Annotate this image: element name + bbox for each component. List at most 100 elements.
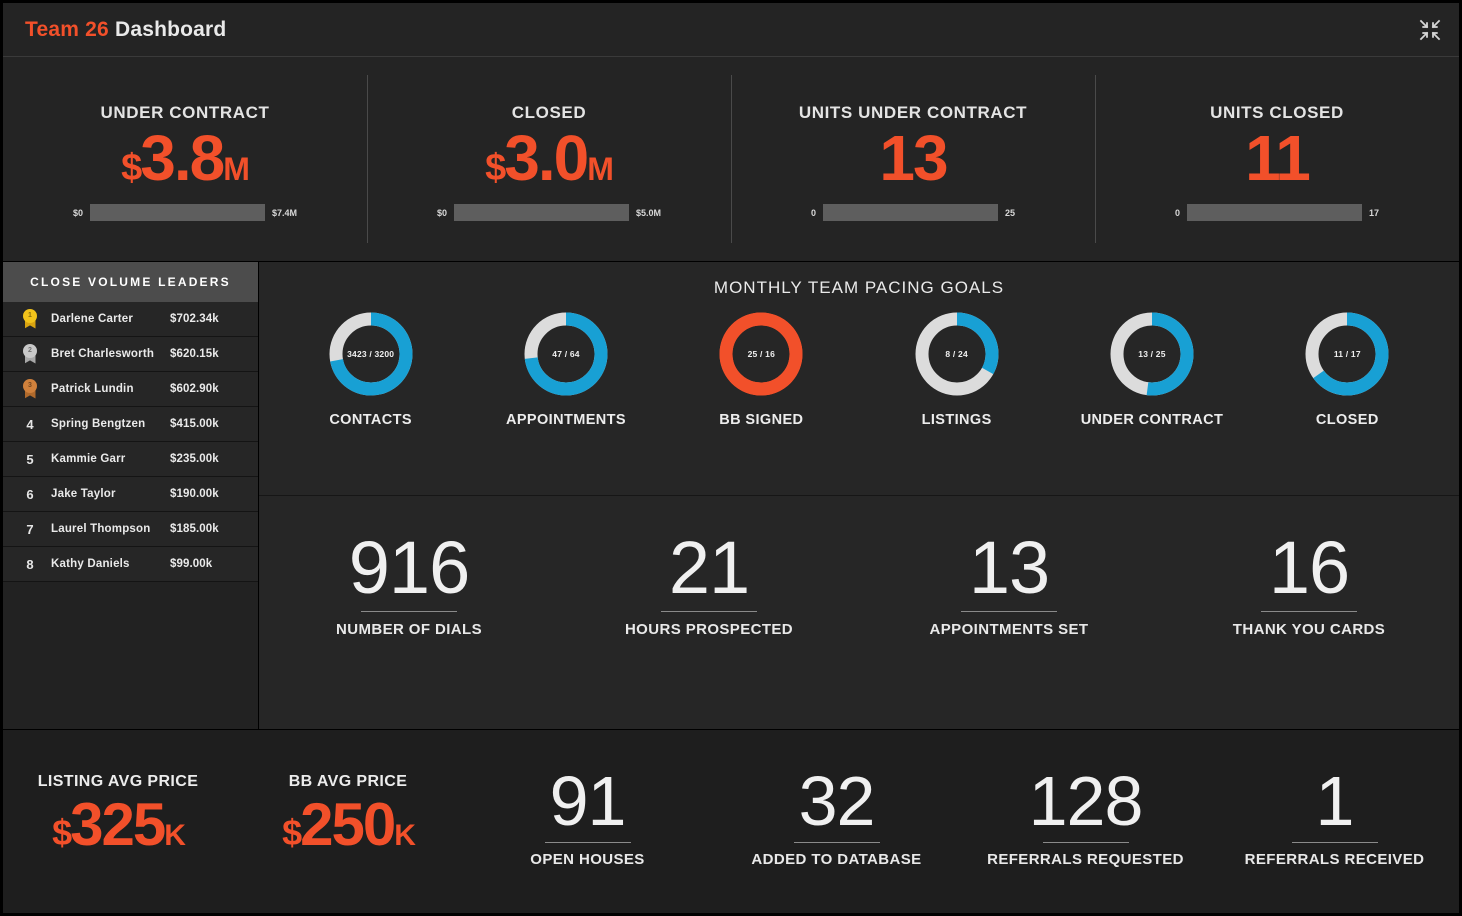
activity-stat-value: 16: [1268, 526, 1350, 609]
kpi-card: UNITS UNDER CONTRACT 13 0 25: [731, 57, 1095, 261]
bottom-stat-label: OPEN HOUSES: [530, 850, 645, 868]
leader-name: Patrick Lundin: [51, 383, 134, 395]
leader-row[interactable]: 8 Kathy Daniels $99.00k: [3, 547, 258, 582]
bottom-stat-value: 32: [798, 762, 876, 841]
kpi-progress: 0 17: [1174, 204, 1379, 222]
avg-price-value: $325 K: [52, 791, 186, 858]
leader-row[interactable]: 2 Bret Charlesworth $620.15k: [3, 337, 258, 372]
kpi-value: 13: [879, 121, 948, 194]
leader-rank: 5: [26, 451, 34, 467]
donut-center-label: 25 / 16: [747, 349, 776, 359]
avg-price-suffix: K: [164, 819, 186, 852]
leader-name: Kathy Daniels: [51, 558, 130, 570]
page-title-team: Team 26: [25, 17, 109, 41]
bottom-row: LISTING AVG PRICE $325 K BB AVG PRICE $250 K 9…: [3, 729, 1459, 913]
leader-value: $602.90k: [170, 383, 219, 395]
activity-stat-rule: [961, 611, 1057, 613]
leader-row[interactable]: 3 Patrick Lundin $602.90k: [3, 372, 258, 407]
donut-chart: 3423 / 3200: [325, 308, 417, 400]
kpi-number: 13: [879, 121, 948, 194]
leader-row[interactable]: 1 Darlene Carter $702.34k: [3, 302, 258, 337]
activity-stat-label: NUMBER OF DIALS: [336, 621, 482, 639]
kpi-value: 11: [1245, 121, 1311, 194]
medal-silver-icon: 2: [13, 343, 47, 365]
donut-label: APPOINTMENTS: [505, 412, 626, 428]
kpi-bar-track: [90, 204, 265, 222]
kpi-bar-end: 25: [1005, 207, 1016, 218]
donut-center-label: 8 / 24: [945, 349, 968, 359]
kpi-label: CLOSED: [511, 102, 587, 122]
leader-row[interactable]: 6 Jake Taylor $190.00k: [3, 477, 258, 512]
bottom-stat: 91 OPEN HOUSES: [463, 762, 712, 873]
medal-gold-icon: 1: [13, 308, 47, 330]
kpi-currency: $: [121, 146, 142, 189]
leaders-list: 1 Darlene Carter $702.34k 2 Bret Charleswort…: [3, 302, 258, 582]
kpi-progress: $0 $7.4M: [73, 204, 298, 222]
kpi-number: 3.0: [504, 121, 589, 194]
bottom-stat-rule: [793, 841, 880, 843]
kpi-row: UNDER CONTRACT $3.8 M $0 $7.4M CLOSED $3.0 M $0 $…: [3, 57, 1459, 262]
kpi-bar-end: $5.0M: [636, 207, 662, 218]
kpi-label: UNDER CONTRACT: [100, 102, 270, 122]
kpi-number: 11: [1245, 121, 1311, 194]
donut-label: UNDER CONTRACT: [1080, 412, 1224, 428]
avg-price-number: 325: [70, 791, 166, 858]
leader-value: $235.00k: [170, 453, 219, 465]
bottom-stat-value: 91: [549, 762, 627, 841]
avg-price-card: BB AVG PRICE $250 K: [233, 773, 463, 870]
kpi-progress: 0 25: [811, 204, 1016, 222]
avg-price-card: LISTING AVG PRICE $325 K: [3, 773, 233, 870]
kpi-suffix: M: [587, 150, 614, 187]
page-title: Team 26 Dashboard: [25, 18, 226, 42]
leader-name: Kammie Garr: [51, 453, 126, 465]
leader-row[interactable]: 7 Laurel Thompson $185.00k: [3, 512, 258, 547]
donut-chart: 13 / 25: [1106, 308, 1198, 400]
bottom-stat: 32 ADDED TO DATABASE: [712, 762, 961, 873]
leader-row[interactable]: 5 Kammie Garr $235.00k: [3, 442, 258, 477]
bottom-stat-rule: [1042, 841, 1129, 843]
avg-price-suffix: K: [394, 819, 416, 852]
pacing-donut: 25 / 16 BB SIGNED: [686, 308, 836, 428]
kpi-value: $3.8 M: [121, 124, 250, 192]
dashboard-root: Team 26 Dashboard UNDER CONTRACT $3.8 M $0 $…: [0, 0, 1462, 916]
avg-price-currency: $: [52, 812, 72, 853]
kpi-card: UNDER CONTRACT $3.8 M $0 $7.4M: [3, 57, 367, 261]
title-bar: Team 26 Dashboard: [3, 3, 1459, 57]
activity-stat-label: HOURS PROSPECTED: [624, 621, 794, 639]
activity-stat-label: THANK YOU CARDS: [1232, 621, 1386, 639]
donut-label: BB SIGNED: [719, 412, 804, 428]
leaders-empty-space: [3, 582, 258, 729]
activity-stat-value: 916: [348, 526, 470, 609]
donut-chart: 8 / 24: [911, 308, 1003, 400]
activity-stat: 21 HOURS PROSPECTED: [594, 526, 824, 639]
pacing-donut: 11 / 17 CLOSED: [1272, 308, 1422, 428]
bottom-stat-label: REFERRALS RECEIVED: [1244, 850, 1425, 868]
monthly-pacing-panel: MONTHLY TEAM PACING GOALS 3423 / 3200 CON…: [259, 262, 1459, 496]
leader-value: $190.00k: [170, 488, 219, 500]
leader-name: Bret Charlesworth: [51, 348, 155, 360]
bottom-stat-rule: [1291, 841, 1378, 843]
avg-price-number: 250: [300, 791, 396, 858]
leader-name: Darlene Carter: [51, 313, 134, 325]
page-title-rest: Dashboard: [114, 17, 227, 41]
kpi-progress: $0 $5.0M: [437, 204, 662, 222]
bottom-stat-label: REFERRALS REQUESTED: [987, 850, 1184, 868]
pacing-donut-group: 3423 / 3200 CONTACTS 47 / 64 APPOINTMENTS 25…: [259, 308, 1459, 495]
activity-stat: 916 NUMBER OF DIALS: [294, 526, 524, 639]
activity-stat-value: 21: [668, 526, 750, 609]
activity-stats-row: 916 NUMBER OF DIALS 21 HOURS PROSPECTED 13 AP…: [259, 496, 1459, 729]
bottom-stat: 128 REFERRALS REQUESTED: [961, 766, 1210, 873]
donut-label: LISTINGS: [921, 412, 992, 428]
kpi-bar-track: [1187, 204, 1362, 222]
kpi-card: UNITS CLOSED 11 0 17: [1095, 57, 1459, 261]
kpi-bar-end: $7.4M: [272, 207, 298, 218]
kpi-bar-start: 0: [1174, 207, 1180, 218]
leader-row[interactable]: 4 Spring Bengtzen $415.00k: [3, 407, 258, 442]
collapse-fullscreen-icon[interactable]: [1415, 15, 1445, 45]
activity-stat: 16 THANK YOU CARDS: [1194, 526, 1424, 639]
avg-price-currency: $: [282, 812, 302, 853]
leader-value: $99.00k: [170, 558, 213, 570]
donut-center-label: 11 / 17: [1333, 349, 1361, 359]
donut-chart: 11 / 17: [1301, 308, 1393, 400]
avg-price-label: LISTING AVG PRICE: [37, 773, 199, 790]
